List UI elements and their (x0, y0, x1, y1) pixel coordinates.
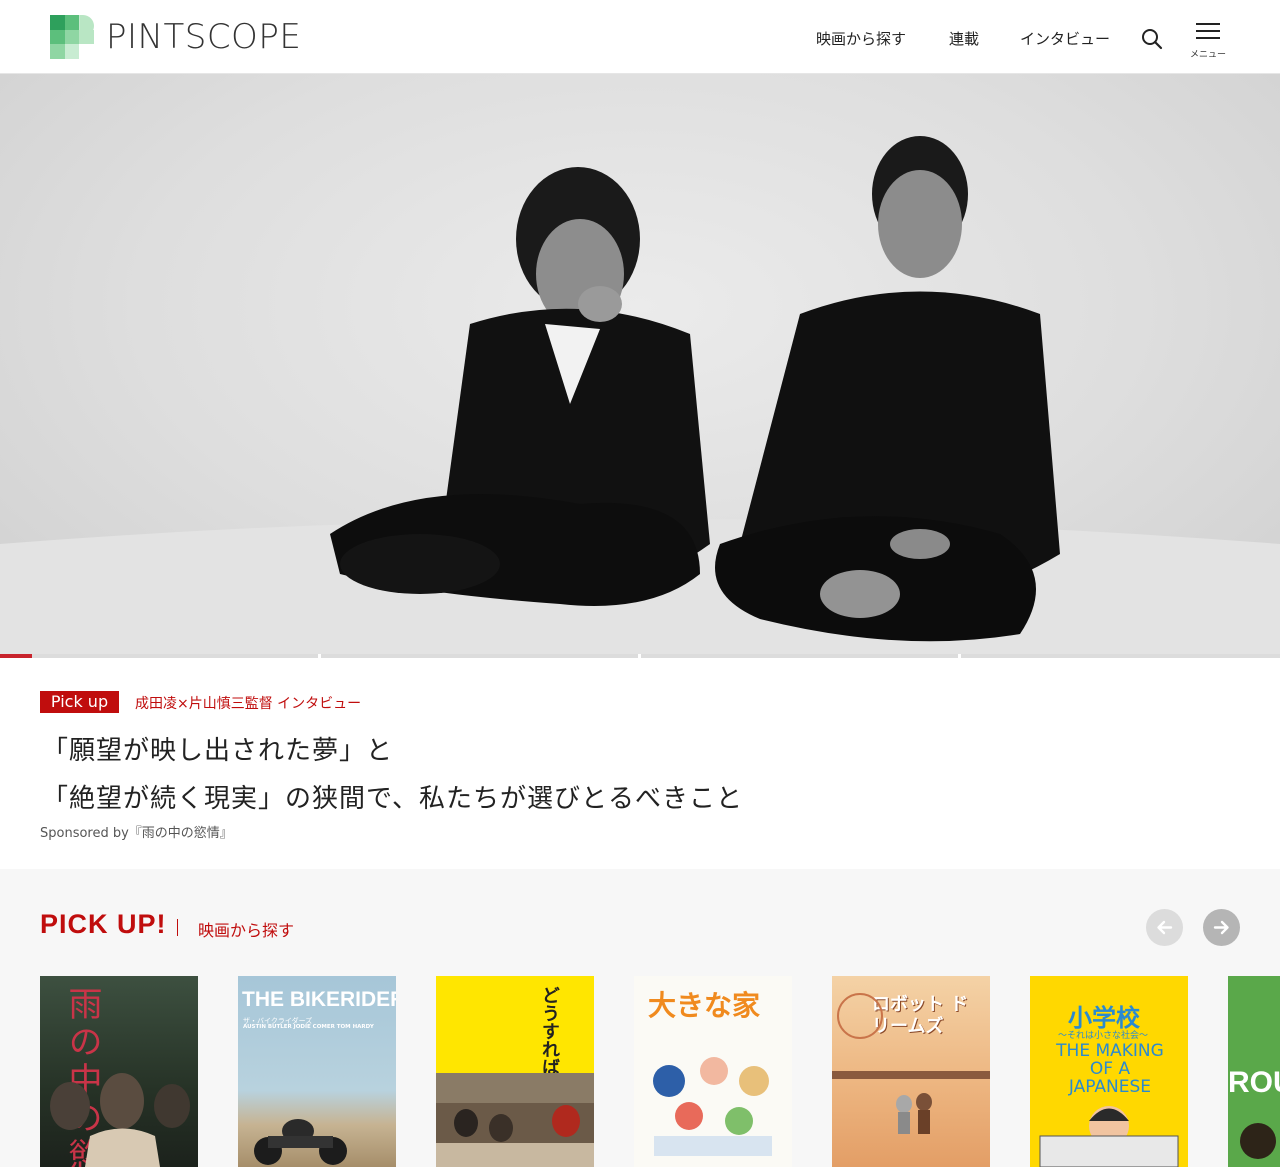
poster-ookina-ie[interactable]: 大きな家 (634, 976, 792, 1167)
nav-series[interactable]: 連載 (949, 28, 979, 49)
sponsored-label: Sponsored by『雨の中の慾情』 (40, 826, 233, 841)
poster-partial[interactable]: ROU (1228, 976, 1280, 1167)
poster-art (436, 1073, 594, 1167)
arrow-right-icon (1213, 920, 1229, 935)
menu-label: メニュー (1189, 50, 1226, 60)
menu-button[interactable]: メニュー (1188, 20, 1228, 60)
logo-text: PINTSCOPE (106, 17, 302, 57)
site-logo[interactable]: PINTSCOPE (50, 15, 301, 59)
carousel-next-button[interactable] (1203, 909, 1240, 946)
section-link-find-movies[interactable]: 映画から探す (198, 917, 294, 941)
slide-indicator-4[interactable] (961, 654, 1280, 658)
site-header: PINTSCOPE 映画から探す 連載 インタビュー メニュー (0, 0, 1280, 74)
poster-shogakko[interactable]: 小学校 〜それは小さな社会〜 THE MAKING OF A JAPANESE (1030, 976, 1188, 1167)
article-headline-line-2[interactable]: 「絶望が続く現実」の狭間で、私たちが選びとるべきこと (42, 778, 743, 815)
poster-art (254, 1119, 347, 1165)
arrow-left-icon (1157, 920, 1173, 935)
section-divider (177, 919, 178, 936)
slide-indicator-1[interactable] (0, 654, 318, 658)
poster-art (1039, 1106, 1179, 1167)
carousel-prev-button[interactable] (1146, 909, 1183, 946)
logo-mark-icon (50, 15, 94, 59)
section-title: PICK UP! (40, 909, 167, 939)
poster-art (832, 993, 990, 1134)
slide-indicator-3[interactable] (641, 654, 958, 658)
nav-find-movies[interactable]: 映画から探す (816, 28, 906, 49)
poster-robot-dreams[interactable]: ロボット ドリームズ (832, 976, 990, 1167)
poster-art (653, 1057, 772, 1156)
slide-progress (0, 654, 1280, 658)
slide-progress-fill (0, 654, 32, 658)
poster-art (50, 1073, 190, 1167)
hero-photo (0, 136, 1280, 654)
poster-photo (436, 1073, 594, 1167)
poster-dousureba[interactable]: どうすれば よかったか？ (436, 976, 594, 1167)
poster-art (1240, 1123, 1276, 1159)
pickup-subtitle[interactable]: 成田凌×片山慎三監督 インタビュー (135, 693, 361, 713)
pickup-section: PICK UP! 映画から探す 雨の中の慾情 THE BIKERIDERS ザ・… (0, 869, 1280, 1167)
slide-indicator-2[interactable] (321, 654, 638, 658)
hero-image[interactable] (0, 74, 1280, 654)
poster-the-bikeriders[interactable]: THE BIKERIDERS ザ・バイクライダーズ AUSTIN BUTLER … (238, 976, 396, 1167)
nav-interview[interactable]: インタビュー (1020, 28, 1110, 49)
article-headline-line-1[interactable]: 「願望が映し出された夢」と (42, 730, 393, 767)
poster-ame-no-naka-no-yokujo[interactable]: 雨の中の慾情 (40, 976, 198, 1167)
pickup-badge: Pick up (40, 691, 119, 713)
search-icon[interactable] (1141, 28, 1163, 50)
